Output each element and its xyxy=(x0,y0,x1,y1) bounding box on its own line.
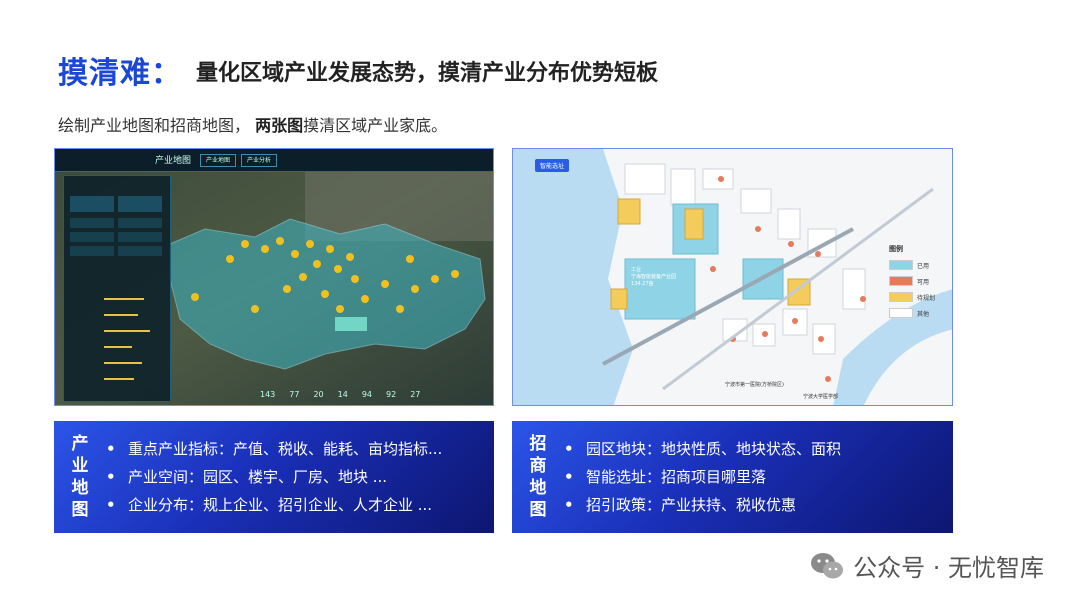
app-header-bar: 产业地图 产业地图 产业分析 xyxy=(55,149,493,172)
watermark: 公众号 · 无忧智库 xyxy=(809,548,1044,583)
label-char: 图 xyxy=(71,500,89,520)
label-char: 地 xyxy=(529,478,547,498)
stat-value: 14 xyxy=(337,390,348,399)
industry-map-list: 重点产业指标：产值、税收、能耗、亩均指标... 产业空间：园区、楼宇、厂房、地块… xyxy=(106,435,442,519)
stat-value: 27 xyxy=(410,390,421,399)
place-label: 宁波市第一医院(方桥院区) xyxy=(725,382,784,388)
legend-label: 已用 xyxy=(917,262,930,270)
legend-label: 待规划 xyxy=(917,294,936,302)
investment-map-box: 招 商 地 图 园区地块：地块性质、地块状态、面积 智能选址：招商项目哪里落 招… xyxy=(512,421,953,533)
label-char: 地 xyxy=(71,478,89,498)
industry-map-label: 产 业 地 图 xyxy=(68,433,92,521)
list-item: 重点产业指标：产值、税收、能耗、亩均指标... xyxy=(106,435,442,463)
stats-sidebar xyxy=(63,175,171,402)
label-char: 商 xyxy=(529,456,547,476)
investment-map-label: 招 商 地 图 xyxy=(526,433,550,521)
stat-value: 20 xyxy=(313,390,324,399)
tab-industry-analysis[interactable]: 产业分析 xyxy=(241,154,278,167)
place-label: 宁波大学医学部 xyxy=(803,394,839,400)
label-char: 业 xyxy=(71,456,89,476)
page-title: 量化区域产业发展态势，摸清产业分布优势短板 xyxy=(196,61,659,86)
legend-item: 其他 xyxy=(889,308,935,318)
stat-value: 94 xyxy=(361,390,373,399)
investment-map-screenshot: 智能选址 图例 已用 可用 待规划 其他 工业 宁海智能装备产业园 134.27… xyxy=(512,148,953,406)
wechat-icon xyxy=(809,551,845,581)
subtitle: 绘制产业地图和招商地图， 两张图摸清区域产业家底。 xyxy=(58,112,447,136)
investment-map-list: 园区地块：地块性质、地块状态、面积 智能选址：招商项目哪里落 招引政策：产业扶持… xyxy=(564,435,841,519)
list-item: 产业空间：园区、楼宇、厂房、地块 ... xyxy=(106,463,442,491)
app-title: 产业地图 xyxy=(155,156,192,166)
label-char: 招 xyxy=(529,434,547,454)
legend-label: 其他 xyxy=(917,310,930,318)
bottom-stats: 143 77 20 14 94 92 27 xyxy=(260,390,420,399)
list-item: 企业分布：规上企业、招引企业、人才企业 ... xyxy=(106,491,442,519)
subtitle-suffix: 摸清区域产业家底。 xyxy=(303,116,448,135)
title-keyword: 摸清难： xyxy=(58,56,182,91)
list-item: 智能选址：招商项目哪里落 xyxy=(564,463,841,491)
legend-title: 图例 xyxy=(889,245,903,253)
subtitle-bold: 两张图 xyxy=(255,116,304,135)
stat-value: 92 xyxy=(386,390,397,399)
subtitle-prefix: 绘制产业地图和招商地图， xyxy=(58,116,251,135)
industry-map-box: 产 业 地 图 重点产业指标：产值、税收、能耗、亩均指标... 产业空间：园区、… xyxy=(54,421,494,533)
label-char: 图 xyxy=(529,500,547,520)
stat-value: 77 xyxy=(289,390,300,399)
watermark-text: 公众号 · 无忧智库 xyxy=(853,554,1044,582)
sidebar-widgets xyxy=(70,196,162,380)
map-legend: 图例 已用 可用 待规划 其他 xyxy=(889,244,935,324)
legend-label: 可用 xyxy=(917,278,930,286)
label-char: 产 xyxy=(71,434,89,454)
stat-value: 143 xyxy=(260,390,276,399)
tab-industry-map[interactable]: 产业地图 xyxy=(200,154,237,167)
area-label: 工业 宁海智能装备产业园 134.27亩 xyxy=(631,267,677,287)
plot-map-image xyxy=(513,149,952,405)
list-item: 招引政策：产业扶持、税收优惠 xyxy=(564,491,841,519)
industry-map-screenshot: 产业地图 产业地图 产业分析 143 77 20 14 94 92 27 xyxy=(54,148,494,406)
smart-siting-button[interactable]: 智能选址 xyxy=(535,159,570,172)
legend-item: 待规划 xyxy=(889,292,935,302)
list-item: 园区地块：地块性质、地块状态、面积 xyxy=(564,435,841,463)
legend-item: 可用 xyxy=(889,276,935,286)
legend-item: 已用 xyxy=(889,260,935,270)
